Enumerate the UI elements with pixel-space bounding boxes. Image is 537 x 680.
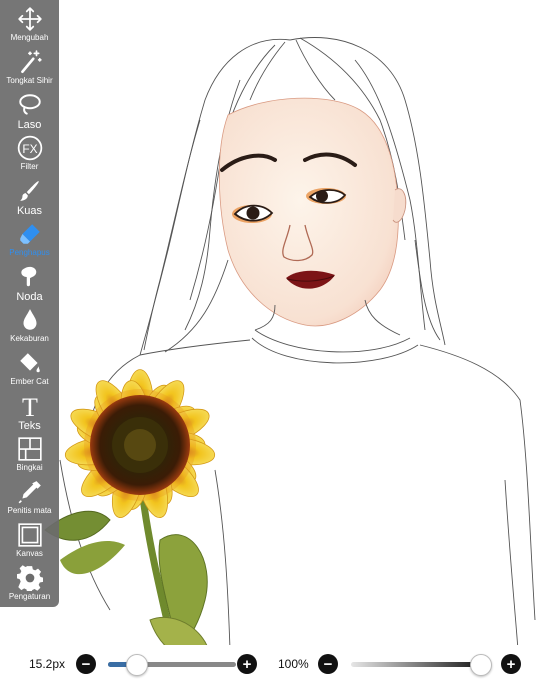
minus-icon: − [323,655,333,673]
brush-icon [15,176,45,206]
opacity-slider[interactable] [351,662,486,667]
face [218,97,407,327]
tool-label: Kuas [16,205,43,217]
tool-label: Penghapus [9,248,50,257]
tool-blur[interactable]: Kekaburan [0,305,59,344]
tool-label: Pengaturan [8,592,51,601]
paint-bucket-icon [15,348,45,378]
tool-eyedropper[interactable]: Penitis mata [0,477,59,516]
tool-frame[interactable]: Bingkai [0,434,59,473]
tool-filter[interactable]: FX Filter [0,133,59,172]
opacity-decrease-button[interactable]: − [318,654,338,674]
brush-size-slider-thumb[interactable] [126,654,149,676]
fx-glyph: FX [22,142,37,156]
brush-size-value: 15.2px [29,657,66,671]
tool-paint-bucket[interactable]: Ember Cat [0,348,59,387]
tool-label: Bingkai [16,463,43,472]
magic-wand-icon [15,47,45,77]
tool-label: Mengubah [10,33,49,42]
tool-label: Penitis mata [7,506,52,515]
tool-label: Ember Cat [10,377,49,386]
plus-icon: + [242,655,252,673]
eyedropper-icon [15,477,45,507]
drawing-canvas[interactable] [0,0,537,680]
lasso-icon [15,90,45,120]
sunflower [44,369,216,666]
canvas-icon [15,520,45,550]
opacity-increase-button[interactable]: + [501,654,521,674]
text-icon: T [15,391,45,421]
blur-drop-icon [15,305,45,335]
brush-size-decrease-button[interactable]: − [76,654,96,674]
opacity-value: 100% [278,657,309,671]
fx-filter-icon: FX [15,133,45,163]
move-icon [15,4,45,34]
brush-size-increase-button[interactable]: + [237,654,257,674]
minus-icon: − [81,655,91,673]
plus-icon: + [506,655,516,673]
tool-move[interactable]: Mengubah [0,4,59,43]
tool-label: Noda [16,291,43,303]
tool-label: Kekaburan [10,334,49,343]
tool-canvas[interactable]: Kanvas [0,520,59,559]
tool-eraser[interactable]: Penghapus [0,219,59,258]
tool-label: Laso [17,119,42,131]
tool-lasso[interactable]: Laso [0,90,59,131]
tool-settings[interactable]: Pengaturan [0,563,59,602]
tool-label: Tongkat Sihir [6,76,53,85]
tool-sidebar: Mengubah Tongkat Sihir Laso FX Filter Ku… [0,0,59,607]
tool-brush[interactable]: Kuas [0,176,59,217]
frame-icon [15,434,45,464]
smudge-icon [15,262,45,292]
tool-text[interactable]: T Teks [0,391,59,432]
text-glyph: T [22,393,38,419]
tool-magic-wand[interactable]: Tongkat Sihir [0,47,59,86]
tool-label: Teks [18,420,41,432]
bottom-control-bar: 15.2px − + 100% − + [0,645,537,680]
tool-label: Kanvas [16,549,43,558]
eraser-icon [15,219,45,249]
opacity-slider-thumb[interactable] [470,654,492,676]
tool-smudge[interactable]: Noda [0,262,59,303]
tool-label: Filter [20,162,39,171]
settings-gear-icon [15,563,45,593]
